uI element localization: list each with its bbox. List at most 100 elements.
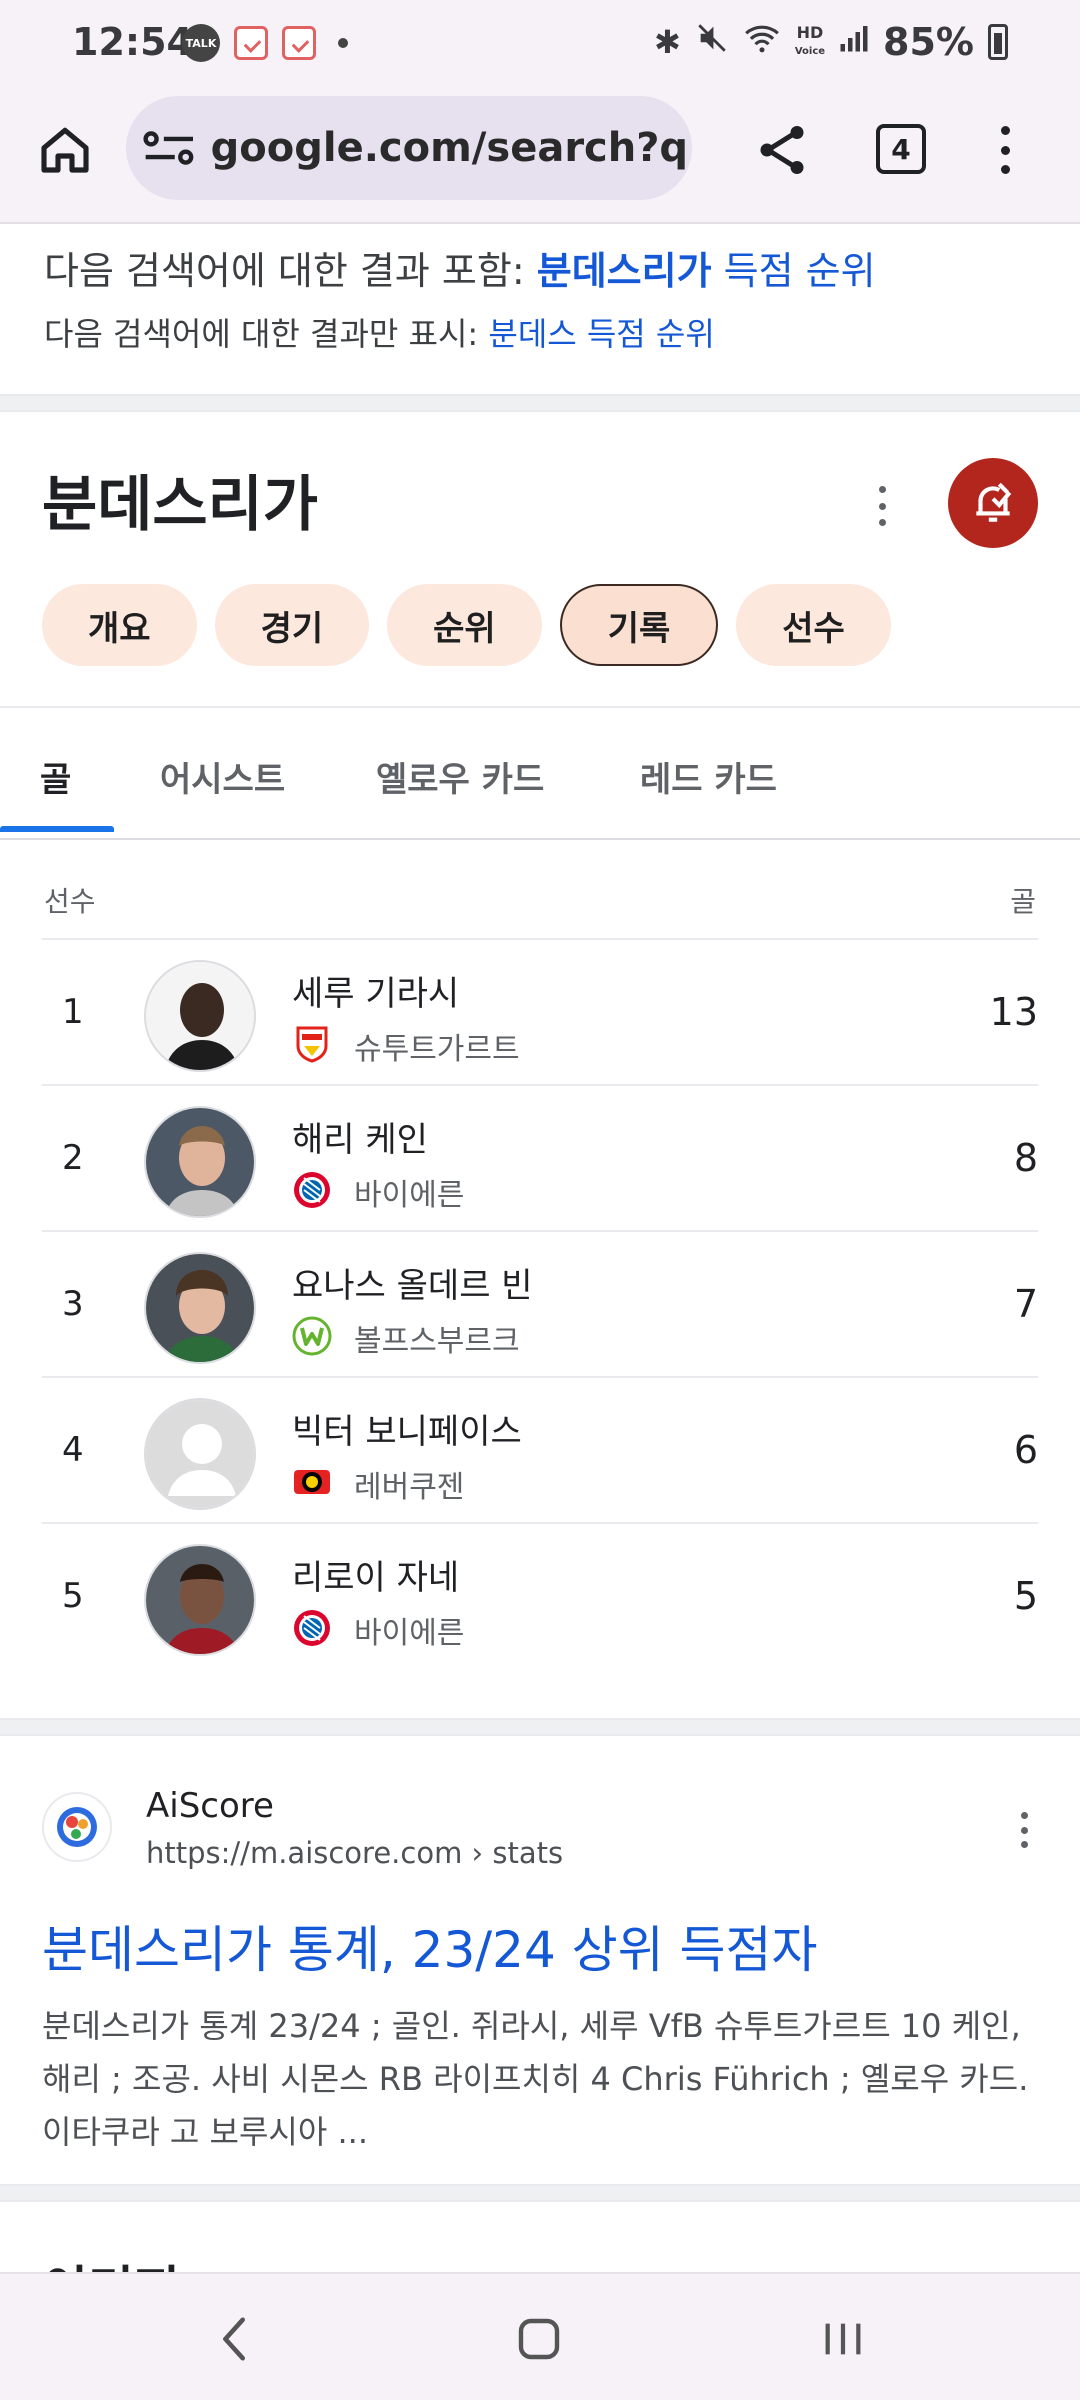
rank: 2 — [62, 1138, 84, 1178]
calendar-icon — [234, 26, 268, 60]
tab-assists[interactable]: 어시스트 — [160, 752, 285, 801]
bell-add-icon — [976, 482, 1012, 522]
stuttgart-logo-icon — [292, 1024, 332, 1064]
entity-more-button[interactable] — [872, 486, 892, 526]
system-nav-bar — [0, 2272, 1080, 2400]
recents-button[interactable] — [808, 2304, 878, 2374]
home-icon — [41, 127, 89, 173]
home-nav-icon — [518, 2318, 560, 2360]
back-icon — [223, 2317, 246, 2361]
recents-icon — [825, 2323, 861, 2355]
goal-count: 5 — [1013, 1574, 1038, 1618]
goal-count: 7 — [1013, 1282, 1038, 1326]
follow-alert-button[interactable] — [948, 458, 1038, 548]
notification-icons: TALK — [182, 24, 348, 62]
goal-count: 13 — [989, 990, 1038, 1034]
url-text[interactable]: google.com/search?q= — [211, 125, 692, 171]
player-name: 빅터 보니페이스 — [292, 1412, 522, 1452]
bluetooth-icon: ✱ — [654, 23, 681, 61]
player-photo — [144, 960, 256, 1072]
player-photo — [144, 1106, 256, 1218]
calendar-icon — [282, 26, 316, 60]
aiscore-logo-icon — [57, 1807, 97, 1847]
url-bar[interactable]: google.com/search?q= — [126, 96, 692, 200]
corrected-query-link[interactable]: 분데스리가 득점 순위 — [537, 249, 876, 293]
wifi-icon — [743, 21, 781, 63]
player-name: 리로이 자네 — [292, 1558, 460, 1598]
table-row[interactable]: 4 빅터 보니페이스 레버쿠젠 6 — [42, 1376, 1038, 1522]
kakaotalk-icon: TALK — [182, 24, 220, 62]
tab-switcher-button[interactable]: 4 — [876, 124, 926, 174]
more-notifications-icon — [338, 38, 348, 48]
home-nav-button[interactable] — [504, 2304, 574, 2374]
share-icon — [760, 126, 804, 174]
tab-yellow-cards[interactable]: 옐로우 카드 — [376, 752, 544, 801]
result-site-name[interactable]: AiScore — [146, 1786, 274, 1826]
browser-menu-button[interactable] — [990, 120, 1020, 180]
column-header-player: 선수 — [44, 885, 96, 918]
mute-icon — [695, 21, 729, 63]
club-name: 레버쿠젠 — [354, 1470, 465, 1505]
site-settings-icon — [143, 131, 194, 165]
club-name: 바이에른 — [354, 1178, 465, 1213]
showing-results-for: 다음 검색어에 대한 결과 포함: 분데스리가 득점 순위 — [44, 249, 876, 293]
section-divider — [0, 2184, 1080, 2202]
rank: 4 — [62, 1430, 84, 1470]
rank: 5 — [62, 1576, 84, 1616]
tab-red-cards[interactable]: 레드 카드 — [640, 752, 777, 801]
goal-count: 8 — [1013, 1136, 1038, 1180]
player-photo-placeholder — [144, 1398, 256, 1510]
table-row[interactable]: 5 리로이 자네 바이에른 5 — [42, 1522, 1038, 1668]
system-icons: ✱ HD Voice 85% — [654, 20, 1008, 64]
browser-toolbar: google.com/search?q= 4 — [0, 86, 1080, 224]
club-name: 바이에른 — [354, 1616, 465, 1651]
bayern-logo-icon — [292, 1170, 332, 1210]
leverkusen-logo-icon — [292, 1462, 332, 1502]
table-row[interactable]: 2 해리 케인 바이에른 8 — [42, 1084, 1038, 1230]
share-button[interactable] — [752, 120, 812, 180]
table-row[interactable]: 3 요나스 올데르 빈 볼프스부르크 7 — [42, 1230, 1038, 1376]
result-title-link[interactable]: 분데스리가 통계, 23/24 상위 득점자 — [42, 1910, 818, 1982]
club-name: 슈투트가르트 — [354, 1032, 520, 1067]
result-more-button[interactable] — [1016, 1812, 1032, 1848]
signal-icon — [839, 23, 869, 61]
chip-stats[interactable]: 기록 — [559, 584, 719, 666]
club-name: 볼프스부르크 — [354, 1324, 520, 1359]
result-snippet: 분데스리가 통계 23/24 ; 골인. 쥐라시, 세루 VfB 슈투트가르트 … — [42, 2007, 1029, 2151]
rank: 1 — [62, 992, 84, 1032]
section-divider — [0, 394, 1080, 412]
status-time: 12:54 — [72, 20, 193, 64]
chip-overview[interactable]: 개요 — [42, 584, 197, 666]
original-query-link[interactable]: 분데스 득점 순위 — [488, 315, 714, 353]
column-header-goals: 골 — [1010, 885, 1036, 918]
player-name: 세루 기라시 — [292, 974, 460, 1014]
table-row[interactable]: 1 세루 기라시 슈투트가르트 13 — [42, 938, 1038, 1084]
entity-chips: 개요 경기 순위 기록 선수 — [42, 584, 891, 666]
bayern-logo-icon — [292, 1608, 332, 1648]
stat-tabs: 골 어시스트 옐로우 카드 레드 카드 — [0, 706, 1080, 840]
entity-title: 분데스리가 — [42, 470, 318, 540]
player-name: 요나스 올데르 빈 — [292, 1266, 533, 1306]
chip-players[interactable]: 선수 — [736, 584, 891, 666]
battery-percent: 85% — [883, 20, 974, 64]
section-divider — [0, 1718, 1080, 1736]
site-favicon — [42, 1792, 112, 1862]
search-instead-for: 다음 검색어에 대한 결과만 표시: 분데스 득점 순위 — [44, 315, 715, 353]
rank: 3 — [62, 1284, 84, 1324]
player-photo — [144, 1252, 256, 1364]
player-photo — [144, 1544, 256, 1656]
result-url[interactable]: https://m.aiscore.com › stats — [146, 1836, 563, 1870]
wolfsburg-logo-icon — [292, 1316, 332, 1356]
battery-icon — [988, 24, 1008, 60]
chip-standings[interactable]: 순위 — [387, 584, 542, 666]
status-bar: 12:54 TALK ✱ HD Voice 85% — [0, 0, 1080, 86]
goal-count: 6 — [1013, 1428, 1038, 1472]
home-button[interactable] — [30, 114, 100, 184]
chip-matches[interactable]: 경기 — [214, 584, 370, 666]
hd-voice-icon: HD Voice — [794, 22, 826, 57]
active-tab-indicator — [0, 826, 114, 832]
tab-goals[interactable]: 골 — [40, 752, 71, 801]
spell-suggestion: 다음 검색어에 대한 결과 포함: 분데스리가 득점 순위 다음 검색어에 대한… — [44, 240, 1044, 355]
player-name: 해리 케인 — [292, 1120, 428, 1160]
back-button[interactable] — [200, 2304, 270, 2374]
